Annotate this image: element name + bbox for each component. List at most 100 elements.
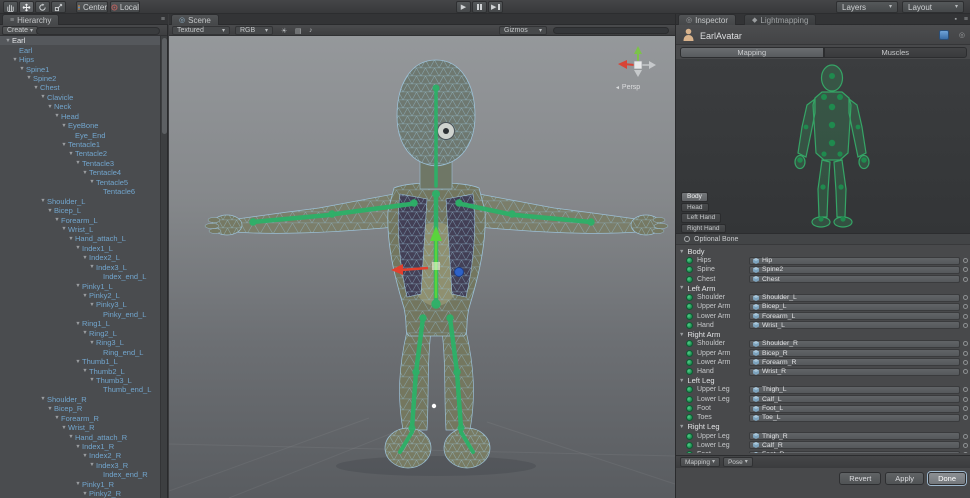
- audio-toggle-icon[interactable]: ♪: [309, 25, 313, 36]
- foldout-arrow-icon[interactable]: ▼: [81, 453, 89, 459]
- hierarchy-item[interactable]: ▼Clavicle: [0, 93, 160, 102]
- hierarchy-item[interactable]: ▼Pinky1_L: [0, 281, 160, 290]
- bone-status-icon[interactable]: [963, 443, 968, 448]
- foldout-arrow-icon[interactable]: ▼: [74, 359, 82, 365]
- foldout-arrow-icon[interactable]: ▼: [39, 198, 47, 204]
- foldout-arrow-icon[interactable]: ▼: [46, 104, 54, 110]
- scene-viewport[interactable]: ◄ Persp: [169, 36, 675, 498]
- preview-button-left-hand[interactable]: Left Hand: [681, 213, 721, 223]
- foldout-arrow-icon[interactable]: ▼: [679, 332, 684, 338]
- foldout-arrow-icon[interactable]: ▼: [67, 236, 75, 242]
- foldout-arrow-icon[interactable]: ▼: [53, 113, 61, 119]
- bone-status-icon[interactable]: [963, 369, 968, 374]
- foldout-arrow-icon[interactable]: ▼: [81, 330, 89, 336]
- bone-object-field[interactable]: Calf_R: [749, 441, 960, 449]
- move-tool-button[interactable]: [19, 1, 34, 13]
- hierarchy-item[interactable]: ▼Ring2_L: [0, 329, 160, 338]
- tab-muscles[interactable]: Muscles: [824, 47, 968, 58]
- pan-tool-button[interactable]: [3, 1, 18, 13]
- foldout-arrow-icon[interactable]: ▼: [81, 491, 89, 497]
- hierarchy-item[interactable]: ▼Wrist_L: [0, 225, 160, 234]
- hierarchy-item[interactable]: ▼Thumb1_L: [0, 357, 160, 366]
- hierarchy-item[interactable]: ▼Tentacle1: [0, 140, 160, 149]
- foldout-arrow-icon[interactable]: ▼: [81, 293, 89, 299]
- bone-status-icon[interactable]: [963, 452, 968, 453]
- preview-button-body[interactable]: Body: [681, 192, 708, 202]
- hierarchy-item[interactable]: Earl: [0, 45, 160, 54]
- bone-status-icon[interactable]: [963, 406, 968, 411]
- hierarchy-item[interactable]: Tentacle6: [0, 187, 160, 196]
- create-dropdown[interactable]: Create ▾: [2, 26, 38, 35]
- bone-section-header[interactable]: ▼Left Arm: [676, 284, 970, 293]
- bone-object-field[interactable]: Wrist_R: [749, 368, 960, 376]
- tab-inspector[interactable]: ◎ Inspector: [678, 14, 736, 25]
- hierarchy-item[interactable]: ▼Neck: [0, 102, 160, 111]
- bone-status-icon[interactable]: [963, 387, 968, 392]
- bone-status-icon[interactable]: [963, 341, 968, 346]
- hierarchy-item[interactable]: ▼Wrist_R: [0, 423, 160, 432]
- foldout-arrow-icon[interactable]: ▼: [4, 38, 12, 44]
- bone-object-field[interactable]: Shoulder_L: [749, 294, 960, 302]
- hierarchy-search-input[interactable]: [36, 27, 160, 35]
- foldout-arrow-icon[interactable]: ▼: [88, 179, 96, 185]
- hierarchy-item[interactable]: Index_end_L: [0, 272, 160, 281]
- hierarchy-item[interactable]: ▼Earl: [0, 36, 160, 45]
- bone-status-icon[interactable]: [963, 258, 968, 263]
- foldout-arrow-icon[interactable]: ▼: [679, 249, 684, 255]
- preview-button-head[interactable]: Head: [681, 203, 709, 213]
- scrollbar-thumb[interactable]: [162, 38, 167, 134]
- step-button[interactable]: ▶: [488, 1, 503, 13]
- lighting-toggle-icon[interactable]: ☀: [281, 25, 287, 36]
- panel-menu-icon[interactable]: ≡: [161, 16, 165, 23]
- foldout-arrow-icon[interactable]: ▼: [60, 123, 68, 129]
- hierarchy-item[interactable]: ▼Forearm_L: [0, 215, 160, 224]
- pivot-center-button[interactable]: Center: [76, 1, 108, 13]
- hierarchy-item[interactable]: ▼Ring3_L: [0, 338, 160, 347]
- hierarchy-item[interactable]: ▼Chest: [0, 83, 160, 92]
- hierarchy-item[interactable]: ▼Tentacle4: [0, 168, 160, 177]
- tab-mapping[interactable]: Mapping: [680, 47, 824, 58]
- bone-status-icon[interactable]: [963, 351, 968, 356]
- play-button[interactable]: ▶: [456, 1, 471, 13]
- foldout-arrow-icon[interactable]: ▼: [74, 245, 82, 251]
- foldout-arrow-icon[interactable]: ▼: [81, 368, 89, 374]
- done-button[interactable]: Done: [928, 472, 966, 485]
- hierarchy-item[interactable]: Pinky_end_L: [0, 310, 160, 319]
- foldout-arrow-icon[interactable]: ▼: [88, 377, 96, 383]
- color-mode-dropdown[interactable]: RGB ▾: [235, 26, 273, 35]
- layout-dropdown[interactable]: Layout ▾: [902, 1, 964, 13]
- foldout-arrow-icon[interactable]: ▼: [60, 425, 68, 431]
- foldout-arrow-icon[interactable]: ▼: [88, 462, 96, 468]
- pause-button[interactable]: [472, 1, 487, 13]
- hierarchy-item[interactable]: ▼Hand_attach_R: [0, 432, 160, 441]
- asset-store-icon[interactable]: [939, 30, 949, 40]
- foldout-arrow-icon[interactable]: ▼: [60, 226, 68, 232]
- bone-object-field[interactable]: Toe_L: [749, 414, 960, 422]
- preview-button-right-hand[interactable]: Right Hand: [681, 224, 726, 234]
- bone-status-icon[interactable]: [963, 415, 968, 420]
- foldout-arrow-icon[interactable]: ▼: [88, 340, 96, 346]
- bone-object-field[interactable]: Shoulder_R: [749, 340, 960, 348]
- foldout-arrow-icon[interactable]: ▼: [88, 264, 96, 270]
- hierarchy-item[interactable]: ▼Pinky2_L: [0, 291, 160, 300]
- foldout-arrow-icon[interactable]: ▼: [67, 434, 75, 440]
- hierarchy-item[interactable]: ▼Shoulder_R: [0, 395, 160, 404]
- bone-status-icon[interactable]: [963, 434, 968, 439]
- handle-dot[interactable]: [432, 404, 436, 408]
- hierarchy-item[interactable]: ▼Pinky3_L: [0, 300, 160, 309]
- hierarchy-item[interactable]: ▼Bicep_L: [0, 206, 160, 215]
- bone-object-field[interactable]: Thigh_L: [749, 386, 960, 394]
- bone-object-field[interactable]: Calf_L: [749, 395, 960, 403]
- foldout-arrow-icon[interactable]: ▼: [46, 406, 54, 412]
- bone-status-icon[interactable]: [963, 323, 968, 328]
- foldout-arrow-icon[interactable]: ▼: [679, 285, 684, 291]
- tab-scene[interactable]: ◎ Scene: [171, 14, 219, 25]
- bone-object-field[interactable]: Hip: [749, 257, 960, 265]
- avatar-preview[interactable]: BodyHeadLeft HandRight Hand: [676, 59, 970, 234]
- hierarchy-item[interactable]: ▼Pinky1_R: [0, 480, 160, 489]
- hierarchy-item[interactable]: ▼Shoulder_L: [0, 196, 160, 205]
- hierarchy-item[interactable]: ▼Tentacle2: [0, 149, 160, 158]
- rotate-tool-button[interactable]: [35, 1, 50, 13]
- hierarchy-item[interactable]: ▼Spine2: [0, 74, 160, 83]
- scale-tool-button[interactable]: [51, 1, 66, 13]
